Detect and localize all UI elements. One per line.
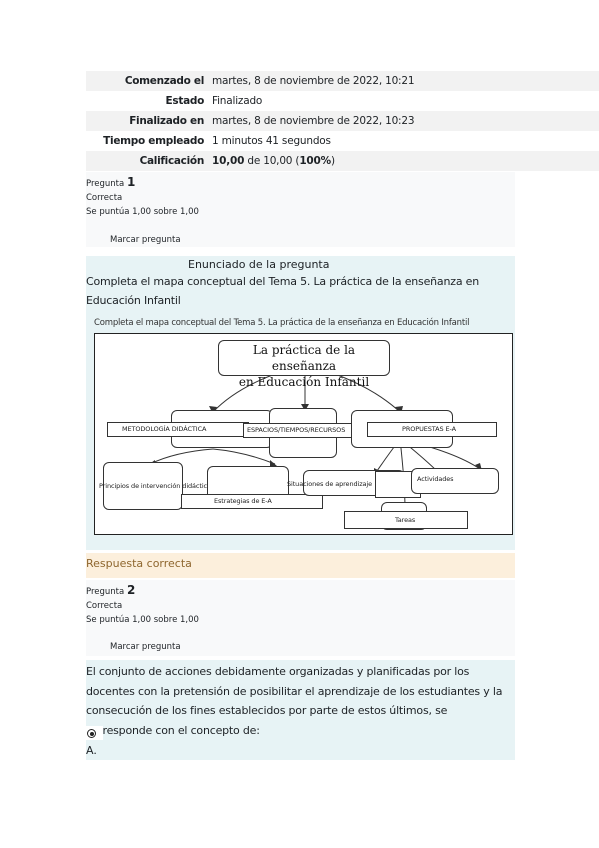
diagram-node-propuestas: PROPUESTAS E-A xyxy=(367,422,497,437)
summary-row-time: Tiempo empleado 1 minutos 41 segundos xyxy=(86,131,599,151)
diagram-node-principios: Principios de intervención didáctica xyxy=(97,480,221,493)
grade-close: ) xyxy=(330,155,335,167)
diagram-caption: Completa el mapa conceptual del Tema 5. … xyxy=(94,318,470,328)
summary-row-state: Estado Finalizado xyxy=(86,91,599,111)
node-principios-label: Principios de intervención didáctica xyxy=(99,482,211,490)
option-a-radio[interactable] xyxy=(87,729,96,738)
question-score: Se puntúa 1,00 sobre 1,00 xyxy=(86,207,199,217)
question-text: Completa el mapa conceptual del Tema 5. … xyxy=(86,275,479,307)
grade-of: de 10,00 ( xyxy=(244,155,300,167)
node-metodologia-label: METODOLOGÍA DIDÁCTICA xyxy=(122,425,207,433)
node-propuestas-label: PROPUESTAS E-A xyxy=(402,425,456,433)
flag-question-link[interactable]: Marcar pregunta xyxy=(110,235,181,245)
summary-key: Comenzado el xyxy=(124,75,204,87)
feedback-correct: Respuesta correcta xyxy=(86,553,515,578)
question-number-value: 2 xyxy=(126,583,136,597)
concept-map-diagram: La práctica de la enseñanza en Educación… xyxy=(94,333,513,535)
summary-value: martes, 8 de noviembre de 2022, 10:21 xyxy=(212,75,415,87)
summary-value: 10,00 de 10,00 (100%) xyxy=(204,151,335,171)
summary-row-finished: Finalizado en martes, 8 de noviembre de … xyxy=(86,111,599,131)
grade-percent: 100% xyxy=(299,155,331,167)
node-tareas-label: Tareas xyxy=(395,516,416,524)
option-a-letter: A. xyxy=(86,744,97,757)
summary-row-grade: Calificación 10,00 de 10,00 (100%) xyxy=(86,151,599,171)
node-estrategias-label: Estrategias de E-A xyxy=(214,497,272,505)
summary-key: Calificación xyxy=(139,155,205,167)
summary-row-started: Comenzado el martes, 8 de noviembre de 2… xyxy=(86,71,599,91)
question-status: Correcta xyxy=(86,193,123,203)
question-1-info: Pregunta 1 Correcta Se puntúa 1,00 sobre… xyxy=(86,172,515,247)
root-title-line-1: La práctica de la enseñanza xyxy=(252,343,356,373)
summary-key: Finalizado en xyxy=(129,115,204,127)
node-situaciones-label: Situaciones de aprendizaje xyxy=(287,480,372,488)
diagram-node-actividades: Actividades xyxy=(389,473,497,490)
summary-value: Finalizado xyxy=(212,95,263,107)
diagram-node-situaciones: Situaciones de aprendizaje xyxy=(285,478,375,491)
root-title-line-2: en Educación Infantil xyxy=(238,375,370,389)
question-number: Pregunta 1 xyxy=(86,175,515,191)
diagram-node-tareas: Tareas xyxy=(344,511,468,529)
question-number-value: 1 xyxy=(126,175,136,189)
node-actividades-label: Actividades xyxy=(417,475,454,483)
question-number: Pregunta 2 xyxy=(86,583,515,599)
question-heading: Enunciado de la pregunta xyxy=(188,258,330,271)
question-label: Pregunta xyxy=(86,179,127,189)
radio-box xyxy=(86,726,103,740)
diagram-node-estrategias: Estrategias de E-A xyxy=(181,494,323,509)
node-espacios-label: ESPACIOS/TIEMPOS/RECURSOS xyxy=(247,426,346,434)
attempt-summary-table: Comenzado el martes, 8 de noviembre de 2… xyxy=(86,71,599,171)
grade-value: 10,00 xyxy=(212,155,245,167)
question-label: Pregunta xyxy=(86,587,127,597)
question-status: Correcta xyxy=(86,601,123,611)
summary-value: martes, 8 de noviembre de 2022, 10:23 xyxy=(212,115,415,127)
question-2-content: El conjunto de acciones debidamente orga… xyxy=(86,660,515,760)
summary-key: Estado xyxy=(165,95,205,107)
feedback-text: Respuesta correcta xyxy=(86,557,192,570)
diagram-root-node: La práctica de la enseñanza en Educación… xyxy=(218,340,390,389)
arrow-to-estrategias xyxy=(212,448,276,465)
flag-question-link[interactable]: Marcar pregunta xyxy=(110,642,181,652)
question-2-info: Pregunta 2 Correcta Se puntúa 1,00 sobre… xyxy=(86,580,515,656)
summary-key: Tiempo empleado xyxy=(103,135,204,147)
summary-value: 1 minutos 41 segundos xyxy=(212,135,331,147)
question-score: Se puntúa 1,00 sobre 1,00 xyxy=(86,615,199,625)
question-text: El conjunto de acciones debidamente orga… xyxy=(86,665,503,737)
diagram-node-metodologia: METODOLOGÍA DIDÁCTICA xyxy=(107,422,249,437)
